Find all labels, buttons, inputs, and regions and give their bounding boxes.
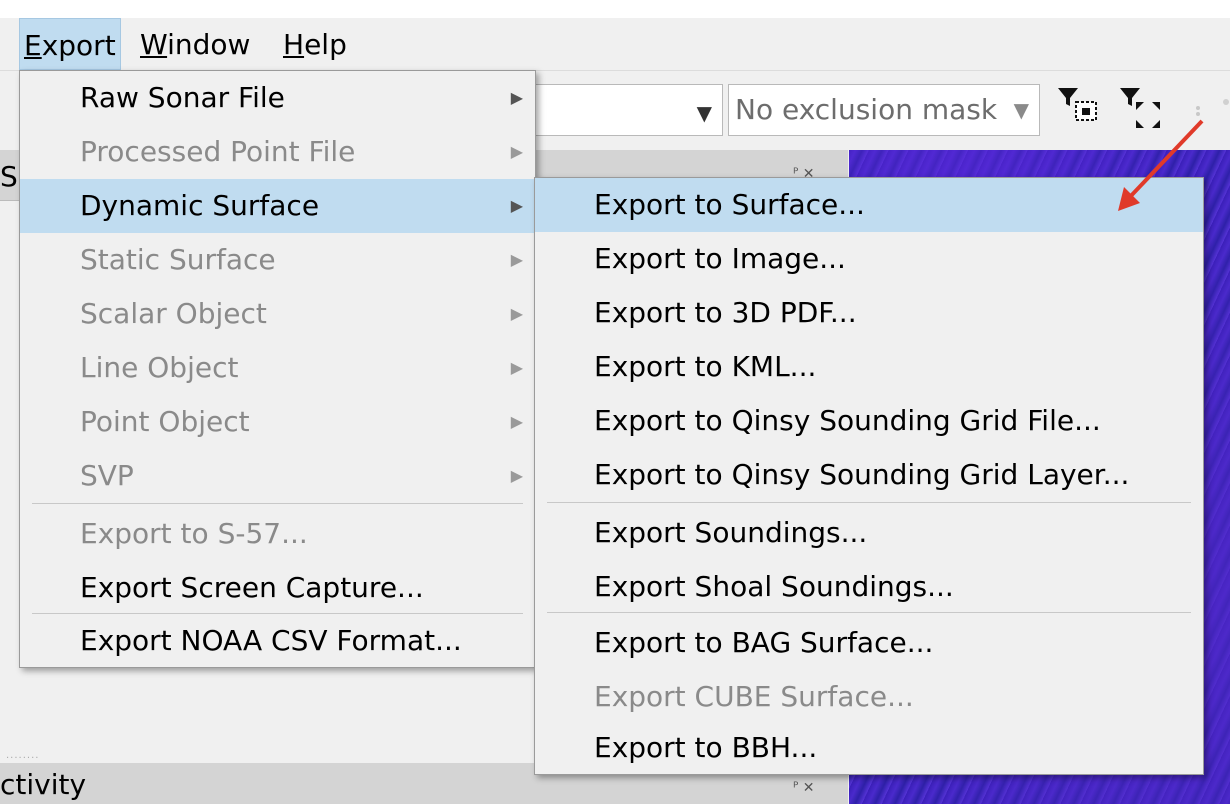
menu-item-label: Export to Surface... xyxy=(594,188,865,221)
splitter-handle[interactable]: ........ xyxy=(6,750,39,761)
export-menu: Raw Sonar File ▶ Processed Point File ▶ … xyxy=(19,70,536,668)
menu-help[interactable]: Help xyxy=(279,18,359,70)
activity-panel-title: ctivity xyxy=(0,768,87,801)
exclusion-mask-value: No exclusion mask xyxy=(735,93,998,126)
window-top-strip xyxy=(0,0,1230,18)
menu-bar: Export Window Help xyxy=(0,18,1230,71)
menu-export-label: xport xyxy=(41,29,116,62)
menu-separator xyxy=(32,613,523,614)
menu-separator xyxy=(32,503,523,504)
menu-item-label: Export NOAA CSV Format... xyxy=(80,624,462,657)
menu-item-label: Line Object xyxy=(80,351,239,384)
menu-item-label: Export to BAG Surface... xyxy=(594,626,934,659)
menu-item-label: Point Object xyxy=(80,405,250,438)
menu-item-label: Export to KML... xyxy=(594,350,817,383)
menu-export-mnemonic: E xyxy=(24,29,42,62)
menu-item-label: Export CUBE Surface... xyxy=(594,680,914,713)
filter-selection-icon[interactable] xyxy=(1052,84,1102,132)
activity-dock-buttons[interactable]: ᴾ ✕ xyxy=(793,780,815,796)
menu-item-label: Export Screen Capture... xyxy=(80,571,424,604)
menu-window-label: indow xyxy=(167,28,251,61)
submenu-item-export-soundings[interactable]: Export Soundings... xyxy=(535,506,1203,560)
submenu-item-export-cube-surface[interactable]: Export CUBE Surface... xyxy=(535,670,1203,724)
submenu-item-export-shoal-soundings[interactable]: Export Shoal Soundings... xyxy=(535,560,1203,614)
menu-item-line-object[interactable]: Line Object ▶ xyxy=(20,341,535,395)
menu-item-dynamic-surface[interactable]: Dynamic Surface ▶ xyxy=(20,179,535,233)
menu-export[interactable]: Export xyxy=(19,18,121,70)
dynamic-surface-submenu: Export to Surface... Export to Image... … xyxy=(534,177,1204,775)
menu-item-label: Export to BBH... xyxy=(594,731,818,764)
menu-item-label: Export to 3D PDF... xyxy=(594,296,857,329)
menu-item-label: Export Shoal Soundings... xyxy=(594,570,954,603)
menu-help-label: elp xyxy=(304,28,347,61)
submenu-arrow-icon: ▶ xyxy=(510,358,523,377)
menu-item-label: Static Surface xyxy=(80,243,276,276)
submenu-arrow-icon: ▶ xyxy=(510,196,523,215)
menu-item-export-screen-capture[interactable]: Export Screen Capture... xyxy=(20,561,535,615)
menu-item-label: Export Soundings... xyxy=(594,516,868,549)
menu-help-mnemonic: H xyxy=(283,28,305,61)
submenu-item-export-qinsy-grid-layer[interactable]: Export to Qinsy Sounding Grid Layer... xyxy=(535,448,1203,502)
submenu-arrow-icon: ▶ xyxy=(510,466,523,485)
submenu-item-export-qinsy-grid-file[interactable]: Export to Qinsy Sounding Grid File... xyxy=(535,394,1203,448)
submenu-arrow-icon: ▶ xyxy=(510,304,523,323)
menu-separator xyxy=(547,502,1191,503)
menu-item-label: Dynamic Surface xyxy=(80,189,320,222)
menu-window[interactable]: Window xyxy=(136,18,264,70)
submenu-item-export-to-bbh[interactable]: Export to BBH... xyxy=(535,724,1203,772)
submenu-arrow-icon: ▶ xyxy=(510,142,523,161)
menu-item-label: Scalar Object xyxy=(80,297,267,330)
menu-item-label: Export to Qinsy Sounding Grid Layer... xyxy=(594,458,1130,491)
submenu-item-export-bag-surface[interactable]: Export to BAG Surface... xyxy=(535,616,1203,670)
annotation-arrow-icon xyxy=(1118,119,1204,211)
exclusion-mask-combo[interactable]: No exclusion mask ▼ xyxy=(728,84,1040,136)
menu-item-label: SVP xyxy=(80,459,134,492)
menu-item-label: Raw Sonar File xyxy=(80,81,285,114)
submenu-item-export-to-image[interactable]: Export to Image... xyxy=(535,232,1203,286)
menu-item-label: Export to Qinsy Sounding Grid File... xyxy=(594,404,1101,437)
menu-item-export-noaa-csv[interactable]: Export NOAA CSV Format... xyxy=(20,617,535,665)
layer-combo[interactable]: ▼ xyxy=(535,84,723,136)
menu-item-point-object[interactable]: Point Object ▶ xyxy=(20,395,535,449)
submenu-item-export-to-surface[interactable]: Export to Surface... xyxy=(535,178,1203,232)
submenu-arrow-icon: ▶ xyxy=(510,88,523,107)
menu-window-mnemonic: W xyxy=(140,28,168,61)
menu-item-label: Export to Image... xyxy=(594,242,846,275)
chevron-down-icon: ▼ xyxy=(696,101,712,125)
menu-item-svp[interactable]: SVP ▶ xyxy=(20,449,535,503)
submenu-arrow-icon: ▶ xyxy=(510,250,523,269)
menu-item-scalar-object[interactable]: Scalar Object ▶ xyxy=(20,287,535,341)
menu-item-export-s57[interactable]: Export to S-57... xyxy=(20,507,535,561)
menu-item-label: Processed Point File xyxy=(80,135,356,168)
submenu-item-export-to-3d-pdf[interactable]: Export to 3D PDF... xyxy=(535,286,1203,340)
menu-item-static-surface[interactable]: Static Surface ▶ xyxy=(20,233,535,287)
menu-item-raw-sonar-file[interactable]: Raw Sonar File ▶ xyxy=(20,71,535,125)
chevron-down-icon: ▼ xyxy=(1013,98,1029,122)
menu-item-label: Export to S-57... xyxy=(80,517,308,550)
submenu-arrow-icon: ▶ xyxy=(510,412,523,431)
menu-item-processed-point-file[interactable]: Processed Point File ▶ xyxy=(20,125,535,179)
submenu-item-export-to-kml[interactable]: Export to KML... xyxy=(535,340,1203,394)
menu-separator xyxy=(547,612,1191,613)
